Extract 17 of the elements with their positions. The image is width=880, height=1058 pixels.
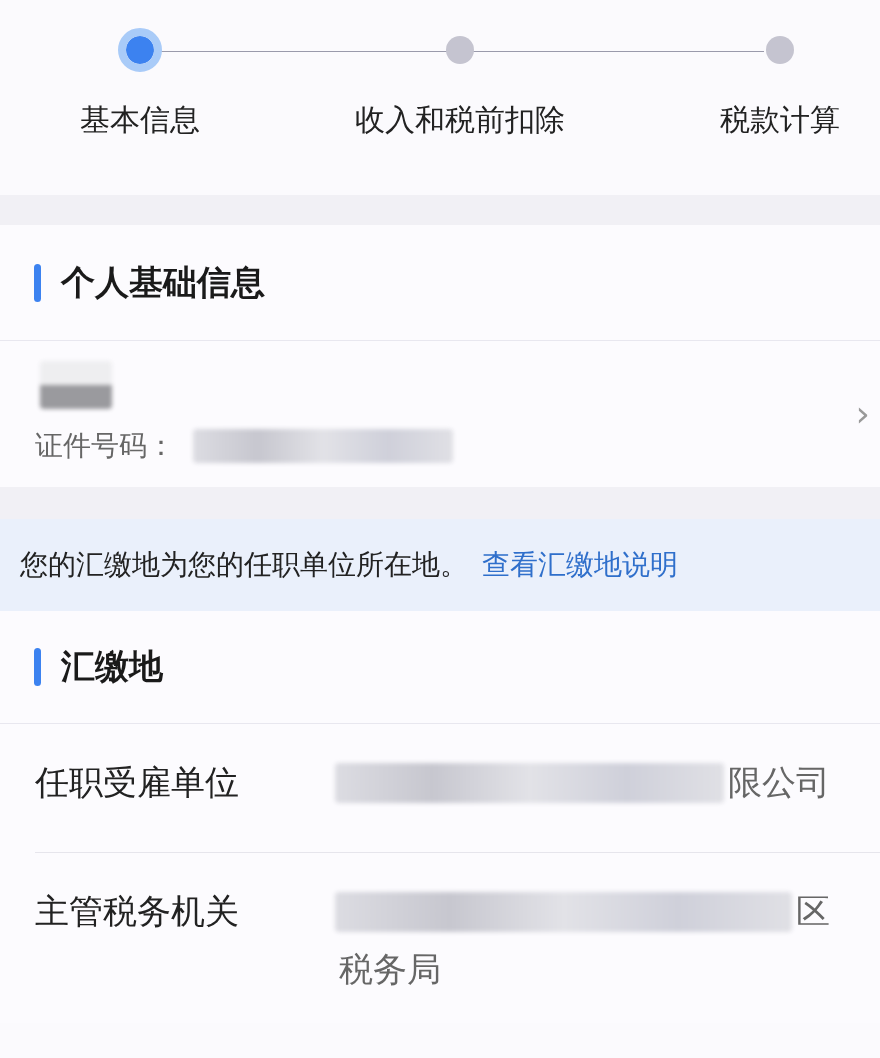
step-label[interactable]: 基本信息 — [80, 100, 200, 141]
field-label: 主管税务机关 — [35, 890, 240, 933]
step-label[interactable]: 税款计算 — [720, 100, 840, 141]
chevron-icon: › — [855, 392, 870, 434]
id-label: 证件号码： — [35, 428, 175, 464]
notice-link[interactable]: 查看汇缴地说明 — [482, 546, 678, 584]
field-value: 区 — [796, 890, 830, 933]
section-title: 个人基础信息 — [61, 260, 265, 304]
field-value: 税务局 — [338, 948, 441, 991]
field-label: 任职受雇单位 — [35, 761, 240, 804]
field-value: 限公司 — [728, 761, 830, 804]
step-label[interactable]: 收入和税前扣除 — [355, 100, 565, 141]
accent-bar — [34, 263, 41, 302]
accent-bar — [34, 648, 41, 686]
notice-text: 您的汇缴地为您的任职单位所在地。 — [20, 547, 468, 583]
section-title: 汇缴地 — [61, 645, 163, 688]
person-row[interactable]: 证件号码： › — [0, 341, 880, 487]
